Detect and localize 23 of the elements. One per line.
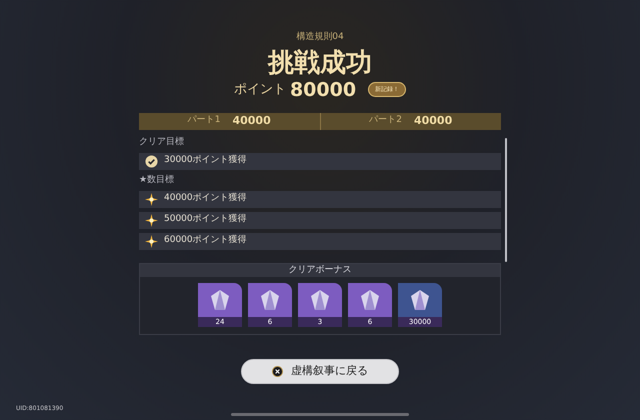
part-label: パート1: [188, 114, 220, 128]
back-button[interactable]: 虚構叙事に戻る: [241, 358, 399, 384]
goal-text: 30000ポイント獲得: [164, 154, 247, 168]
section-heading: ★数目標: [139, 174, 176, 186]
stage-subtitle: 構造規則04: [296, 31, 344, 44]
close-icon: [272, 366, 283, 376]
sparkle-star-icon: [145, 234, 158, 248]
sparkle-star-icon: [145, 192, 158, 206]
points-label: ポイント: [234, 80, 286, 99]
scrollbar[interactable]: [505, 138, 507, 262]
points-value: 80000: [290, 78, 356, 100]
check-icon: [145, 154, 158, 168]
goal-text: 50000ポイント獲得: [164, 213, 247, 226]
goal-text: 40000ポイント獲得: [164, 192, 247, 206]
part-label: パート2: [369, 114, 402, 128]
part-points: 40000: [232, 112, 271, 129]
rewards-title: クリアボーナス: [140, 264, 500, 276]
section-heading: クリア目標: [139, 136, 185, 148]
goal-text: 60000ポイント獲得: [164, 234, 247, 248]
sparkle-star-icon: [145, 214, 158, 226]
part-points: 40000: [414, 112, 452, 129]
home-indicator[interactable]: [231, 413, 409, 416]
result-title: 挑戦成功: [268, 46, 372, 78]
